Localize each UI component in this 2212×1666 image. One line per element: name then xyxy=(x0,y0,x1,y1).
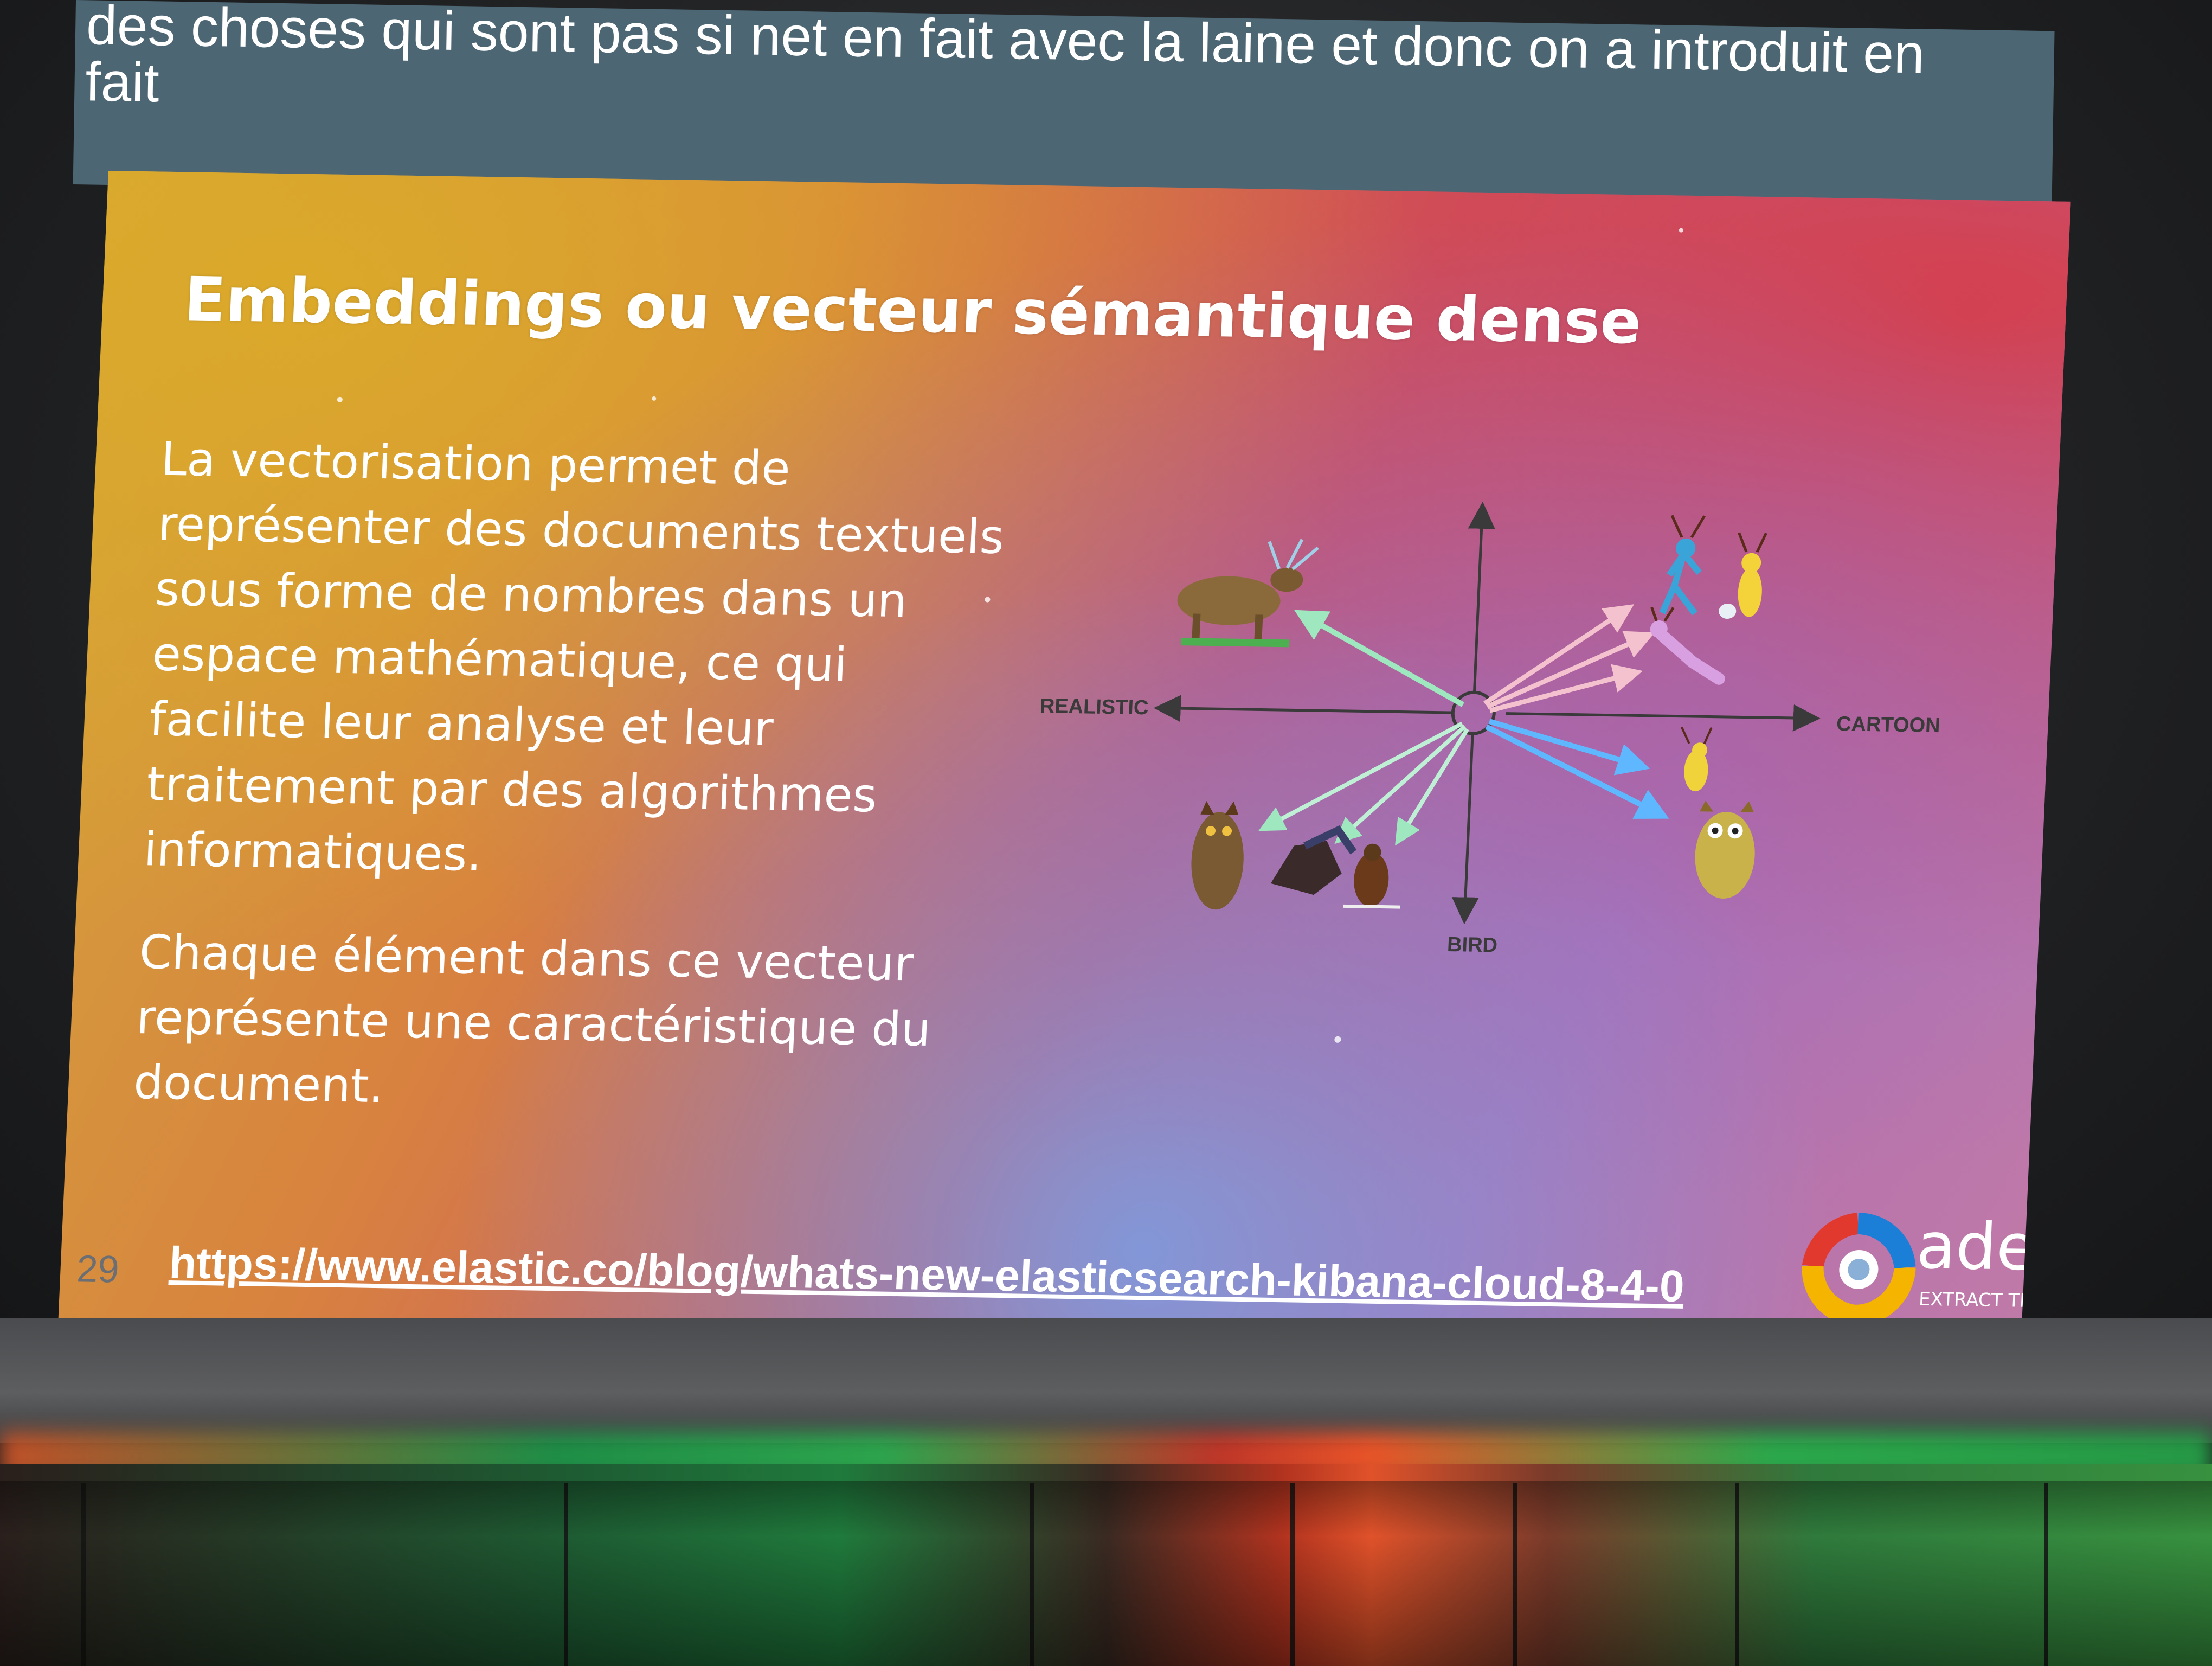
bird-label: BIRD xyxy=(1446,933,1498,957)
up-axis xyxy=(1468,501,1495,691)
sparkle-decoration xyxy=(1679,228,1684,233)
green-arrow-elk xyxy=(1294,610,1464,707)
cartoon-deer-pink-image xyxy=(1650,606,1725,685)
stage-shadow xyxy=(0,1481,2212,1666)
realistic-label: REALISTIC xyxy=(1039,695,1149,719)
bird-axis xyxy=(1451,734,1479,925)
embedding-vector-diagram: REALISTIC CARTOON BIRD xyxy=(1039,501,1941,957)
cartoon-owl-image xyxy=(1695,800,1755,899)
presentation-slide: Embeddings ou vecteur sémantique dense L… xyxy=(58,171,2071,1356)
realistic-eagle-image xyxy=(1270,825,1357,895)
pink-arrow-3 xyxy=(1489,664,1643,713)
blue-arrow-1 xyxy=(1488,719,1650,776)
screen-frame-bottom xyxy=(0,1318,2212,1443)
green-arrow-hawk xyxy=(1395,728,1469,846)
subtitle-line-2: fait xyxy=(85,50,160,114)
slide-title: Embeddings ou vecteur sémantique dense xyxy=(182,264,1643,358)
cartoon-axis xyxy=(1506,704,1821,732)
slide-paragraph-vectorisation: La vectorisation permet de représenter d… xyxy=(143,432,1006,882)
slide-number: 29 xyxy=(75,1247,120,1291)
sparkle-decoration xyxy=(337,396,343,402)
slide-paragraph-element: Chaque élément dans ce vecteur représent… xyxy=(132,925,932,1114)
cartoon-deer-blue-image xyxy=(1659,515,1706,616)
realistic-elk-image xyxy=(1177,539,1319,648)
cartoon-deer-yellow-image xyxy=(1719,532,1767,619)
sparkle-decoration xyxy=(652,396,657,401)
blue-arrow-2 xyxy=(1485,724,1669,819)
blog-link[interactable]: https://www.elastic.co/blog/whats-new-el… xyxy=(168,1238,1685,1312)
realistic-owl-image xyxy=(1191,800,1244,910)
sparkle-decoration xyxy=(1334,1036,1341,1043)
cartoon-label: CARTOON xyxy=(1836,713,1940,737)
cartoon-bird-yellow-image xyxy=(1681,726,1713,792)
green-arrow-owl xyxy=(1258,721,1463,831)
green-arrow-eagle xyxy=(1334,725,1467,844)
pink-arrow-2 xyxy=(1486,631,1655,709)
realistic-axis xyxy=(1153,695,1452,722)
